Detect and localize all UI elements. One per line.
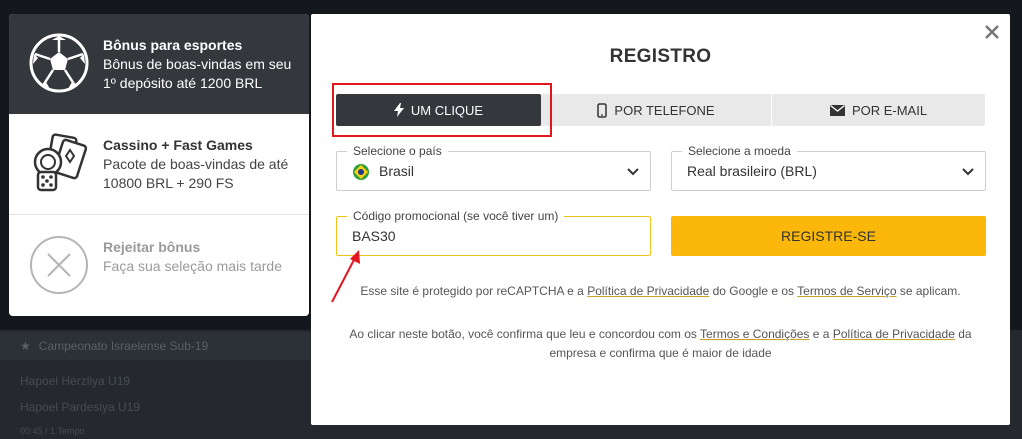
- close-circle-icon: [27, 233, 91, 297]
- phone-icon: [597, 102, 608, 118]
- bonus-description: Bônus de boas-vindas em seu: [103, 56, 292, 72]
- tab-label: UM CLIQUE: [410, 102, 484, 118]
- bonus-description: Faça sua seleção mais tarde: [103, 258, 282, 274]
- currency-select[interactable]: Selecione a moeda Real brasileiro (BRL): [671, 144, 986, 191]
- bonus-panel: Bônus para esportes Bônus de boas-vindas…: [9, 14, 309, 316]
- tab-label: POR TELEFONE: [614, 102, 715, 118]
- field-value: BAS30: [352, 228, 396, 244]
- envelope-icon: [829, 104, 845, 116]
- bonus-description: 10800 BRL + 290 FS: [103, 175, 234, 191]
- bonus-title: Cassino + Fast Games: [103, 137, 253, 153]
- bonus-title: Bônus para esportes: [103, 37, 243, 53]
- chevron-down-icon: [962, 168, 974, 176]
- bonus-option-reject[interactable]: Rejeitar bônus Faça sua seleção mais tar…: [9, 216, 309, 316]
- close-icon: [985, 25, 999, 39]
- terms-conditions-link[interactable]: Termos e Condições: [700, 327, 809, 341]
- bonus-description: Pacote de boas-vindas de até: [103, 156, 289, 172]
- field-label: Selecione o país: [347, 144, 448, 158]
- close-button[interactable]: [982, 22, 1002, 42]
- terms-of-service-link[interactable]: Termos de Serviço: [797, 284, 896, 298]
- brazil-flag-icon: [353, 164, 369, 180]
- promo-code-input[interactable]: Código promocional (se você tiver um) BA…: [336, 209, 651, 256]
- bonus-option-casino[interactable]: Cassino + Fast Games Pacote de boas-vind…: [9, 114, 309, 215]
- soccer-ball-icon: [27, 31, 91, 95]
- tab-label: POR E-MAIL: [851, 102, 928, 118]
- casino-cards-dice-icon: [27, 131, 91, 195]
- registration-modal: REGISTRO UM CLIQUE POR TELEFONE POR E-MA…: [311, 14, 1010, 425]
- tab-one-click[interactable]: UM CLIQUE: [336, 94, 541, 126]
- country-select[interactable]: Selecione o país Brasil: [336, 144, 651, 191]
- privacy-policy-link[interactable]: Política de Privacidade: [587, 284, 709, 298]
- tab-email[interactable]: POR E-MAIL: [772, 94, 985, 126]
- recaptcha-notice: Esse site é protegido por reCAPTCHA e a …: [360, 284, 961, 298]
- chevron-down-icon: [627, 168, 639, 176]
- privacy-policy-link[interactable]: Política de Privacidade: [833, 327, 955, 341]
- lightning-icon: [393, 103, 404, 117]
- bonus-description: 1º depósito até 1200 BRL: [103, 75, 263, 91]
- field-value: Brasil: [379, 163, 415, 179]
- field-value: Real brasileiro (BRL): [687, 163, 817, 179]
- field-label: Selecione a moeda: [682, 144, 797, 158]
- field-label: Código promocional (se você tiver um): [347, 209, 565, 223]
- bonus-option-sports[interactable]: Bônus para esportes Bônus de boas-vindas…: [9, 14, 309, 114]
- consent-notice: Ao clicar neste botão, você confirma que…: [349, 327, 972, 360]
- tab-phone[interactable]: POR TELEFONE: [541, 94, 772, 126]
- register-button[interactable]: REGISTRE-SE: [671, 216, 986, 256]
- registration-tabs: UM CLIQUE POR TELEFONE POR E-MAIL: [336, 94, 985, 126]
- bonus-title: Rejeitar bônus: [103, 239, 201, 255]
- modal-title: REGISTRO: [609, 46, 712, 67]
